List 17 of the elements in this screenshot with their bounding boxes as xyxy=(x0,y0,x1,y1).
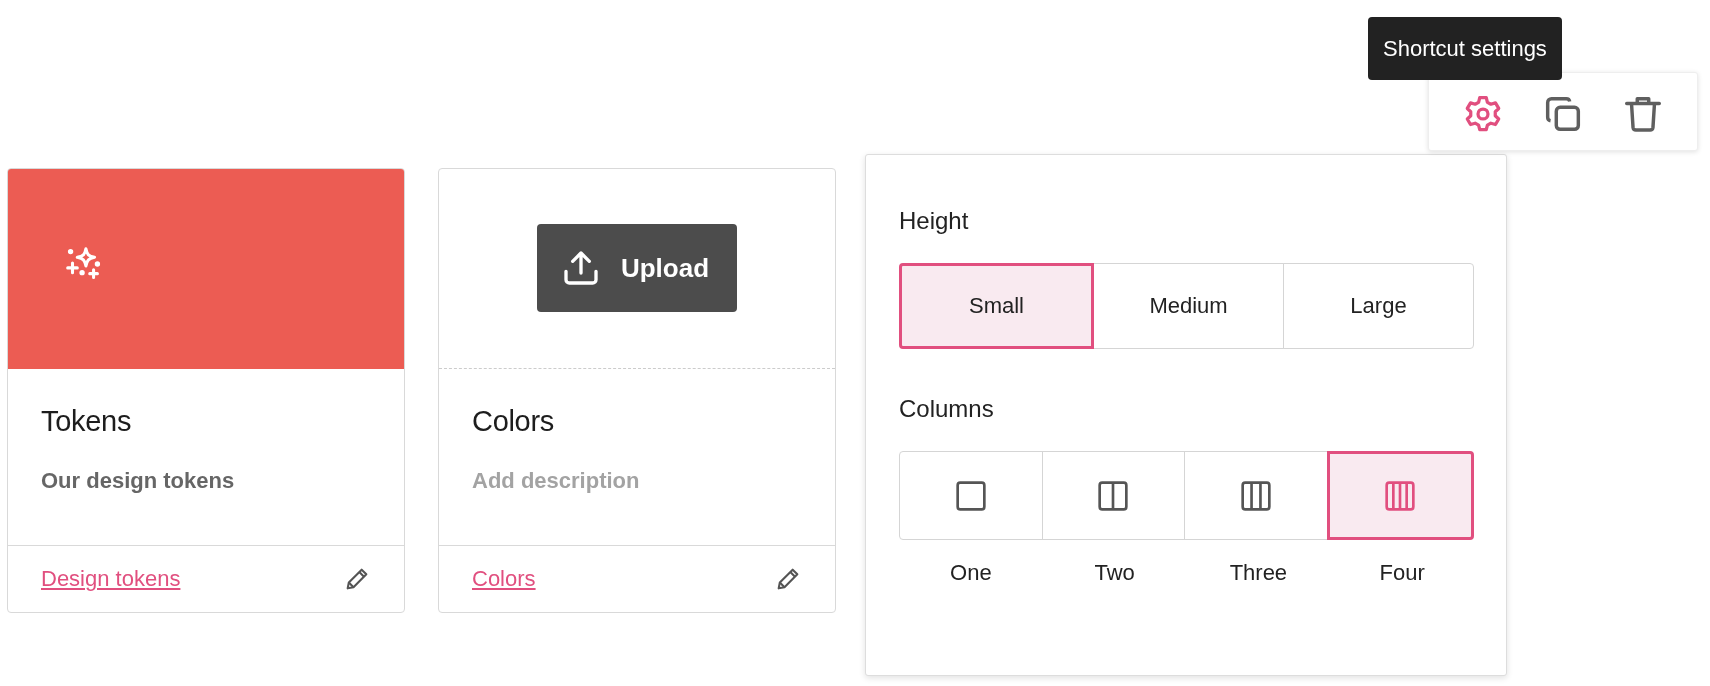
tooltip: Shortcut settings xyxy=(1368,17,1562,80)
card-title: Tokens xyxy=(41,405,133,438)
card-link[interactable]: Colors xyxy=(472,566,536,592)
option-label: Four xyxy=(1378,560,1426,586)
upload-button[interactable]: Upload xyxy=(536,224,738,312)
option-label: Three xyxy=(1228,560,1289,586)
height-option[interactable]: Large xyxy=(1283,263,1474,349)
option-label: One xyxy=(949,560,993,586)
height-option[interactable]: Medium xyxy=(1093,263,1284,349)
option-label: Two xyxy=(1093,560,1136,586)
height-option[interactable]: Small xyxy=(899,263,1094,349)
card-title: Colors xyxy=(472,405,555,438)
card-description: Our design tokens xyxy=(41,468,236,494)
columns-option[interactable] xyxy=(1326,451,1474,540)
section-heading: Height xyxy=(899,207,970,235)
section-heading: Columns xyxy=(899,395,995,423)
card-link[interactable]: Design tokens xyxy=(41,566,181,592)
